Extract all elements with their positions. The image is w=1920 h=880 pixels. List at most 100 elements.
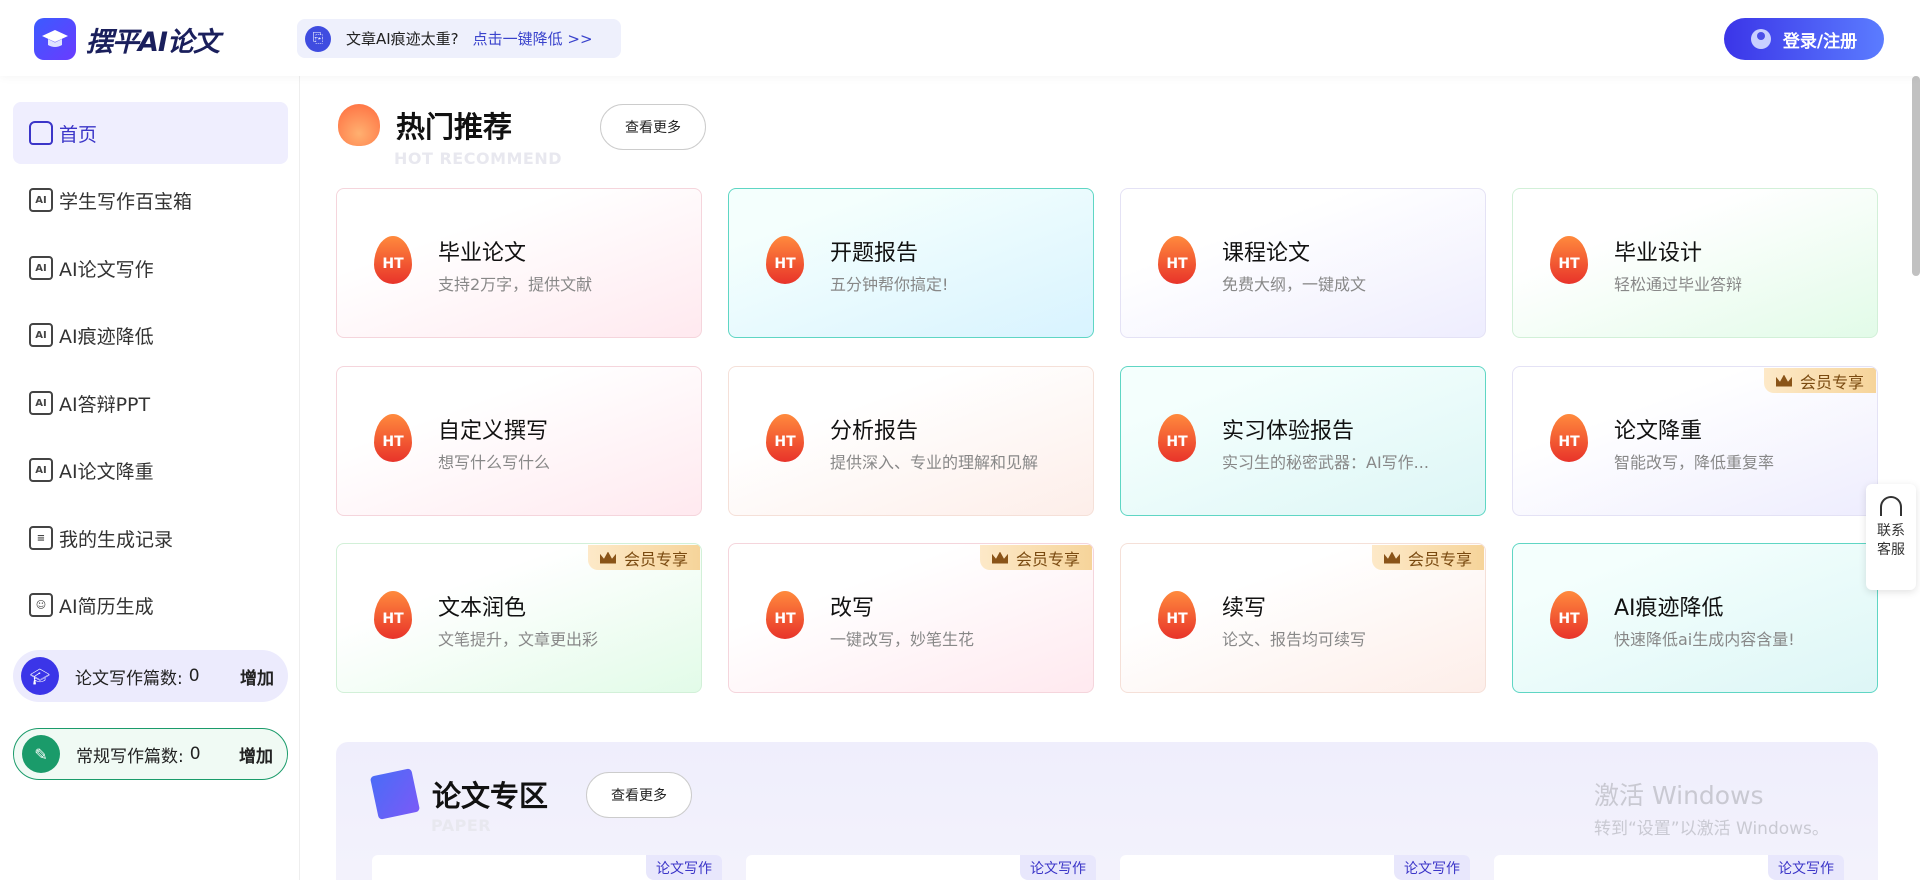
hot-section-title: 热门推荐	[396, 110, 513, 144]
hot-flame-icon: HT	[766, 236, 804, 284]
paper-card[interactable]: 论文写作	[746, 855, 1096, 880]
hot-flame-label: HT	[1558, 256, 1580, 272]
ai-card-icon: AI	[29, 188, 53, 212]
badge-label: 会员专享	[623, 549, 688, 569]
sidebar-item-ai-defense-ppt[interactable]: AI AI答辩PPT	[13, 372, 288, 434]
login-register-label: 登录/注册	[1782, 31, 1858, 52]
hot-flame-label: HT	[1558, 434, 1580, 450]
hot-flame-label: HT	[382, 611, 404, 627]
general-writing-quota: ✎ 常规写作篇数: 0 增加	[13, 728, 288, 780]
watermark-line2: 转到“设置”以激活 Windows。	[1594, 819, 1829, 839]
recommend-card[interactable]: HT 毕业论文 支持2万字，提供文献	[336, 188, 702, 338]
card-description: 提供深入、专业的理解和见解	[830, 453, 1039, 472]
paper-card[interactable]: 论文写作	[1494, 855, 1844, 880]
promo-link[interactable]: 点击一键降低 >>	[473, 28, 593, 49]
crown-icon	[1383, 551, 1400, 564]
recommend-card[interactable]: HT 续写 论文、报告均可续写 会员专享	[1120, 543, 1486, 693]
hot-section-subtitle: HOT RECOMMEND	[394, 149, 563, 168]
recommend-card[interactable]: HT 实习体验报告 实习生的秘密武器：AI写作...	[1120, 366, 1486, 516]
sidebar-item-label: AI论文写作	[59, 258, 154, 281]
crown-icon	[1775, 374, 1792, 387]
recommend-card[interactable]: HT AI痕迹降低 快速降低ai生成内容含量!	[1512, 543, 1878, 693]
hot-flame-icon: HT	[1158, 414, 1196, 462]
paper-card[interactable]: 论文写作	[1120, 855, 1470, 880]
watermark-line1: 激活 Windows	[1594, 781, 1764, 810]
sidebar-item-home[interactable]: 首页	[13, 102, 288, 164]
recommend-card[interactable]: HT 论文降重 智能改写，降低重复率 会员专享	[1512, 366, 1878, 516]
card-title: 改写	[830, 596, 875, 621]
card-description: 想写什么写什么	[438, 453, 551, 472]
sidebar-item-ai-trace-reduction[interactable]: AI AI痕迹降低	[13, 304, 288, 366]
paper-section-header: 论文专区	[369, 768, 549, 820]
hot-flame-label: HT	[1166, 611, 1188, 627]
crown-icon	[599, 551, 616, 564]
login-register-button[interactable]: 登录/注册	[1724, 18, 1884, 60]
hot-flame-icon: HT	[374, 236, 412, 284]
hot-flame-icon: HT	[766, 414, 804, 462]
recommend-card[interactable]: HT 课程论文 免费大纲，一键成文	[1120, 188, 1486, 338]
customer-service-label: 联系客服	[1877, 523, 1905, 558]
sidebar-item-ai-resume[interactable]: ☺ AI简历生成	[13, 574, 288, 636]
quota-value: 0	[189, 744, 201, 764]
promo-text: 文章AI痕迹太重?	[346, 30, 459, 48]
recommend-card[interactable]: HT 自定义撰写想写什么写什么	[336, 366, 702, 516]
add-general-quota-button[interactable]: 增加	[239, 742, 273, 767]
ai-doc-icon: AI	[29, 391, 53, 415]
member-only-badge: 会员专享	[587, 545, 700, 570]
quota-label: 论文写作篇数:	[75, 668, 183, 689]
sidebar-item-ai-plagiarism-reduction[interactable]: AI AI论文降重	[13, 439, 288, 501]
record-icon: ≡	[29, 526, 53, 550]
quota-value: 0	[188, 666, 200, 686]
sidebar-item-generation-history[interactable]: ≡ 我的生成记录	[13, 507, 288, 569]
customer-service-button[interactable]: 联系客服	[1866, 484, 1916, 590]
ai-doc-icon: AI	[29, 323, 53, 347]
sidebar-item-ai-paper-writing[interactable]: AI AI论文写作	[13, 237, 288, 299]
paper-tag: 论文写作	[1020, 855, 1096, 880]
hot-flame-label: HT	[382, 256, 404, 272]
add-paper-quota-button[interactable]: 增加	[240, 664, 274, 689]
hot-flame-icon: HT	[374, 414, 412, 462]
paper-card[interactable]: 论文写作	[372, 855, 722, 880]
recommend-card[interactable]: HT 文本润色 文笔提升，文章更出彩 会员专享	[336, 543, 702, 693]
badge-label: 会员专享	[1407, 549, 1472, 569]
card-description: 支持2万字，提供文献	[438, 275, 593, 294]
hot-view-more-button[interactable]: 查看更多	[600, 104, 706, 150]
sidebar-item-label: 首页	[59, 123, 98, 146]
card-title: 自定义撰写	[438, 419, 549, 444]
resume-icon: ☺	[29, 593, 53, 617]
sidebar-item-label: 学生写作百宝箱	[59, 190, 193, 213]
recommend-card[interactable]: HT 改写 一键改写，妙笔生花 会员专享	[728, 543, 1094, 693]
member-only-badge: 会员专享	[1371, 545, 1484, 570]
recommend-card[interactable]: HT 分析报告 提供深入、专业的理解和见解	[728, 366, 1094, 516]
home-icon	[29, 121, 53, 145]
member-only-badge: 会员专享	[1763, 368, 1876, 393]
graduation-cap-icon: 🎓︎	[21, 657, 59, 695]
recommend-card[interactable]: HT 开题报告 五分钟帮你搞定!	[728, 188, 1094, 338]
card-description: 五分钟帮你搞定!	[830, 275, 949, 294]
paper-tag: 论文写作	[1394, 855, 1470, 880]
card-description: 实习生的秘密武器：AI写作...	[1222, 453, 1429, 472]
windows-activation-watermark: 激活 Windows 转到“设置”以激活 Windows。	[1594, 776, 1829, 839]
hot-flame-icon: HT	[1158, 236, 1196, 284]
paper-section-title: 论文专区	[432, 779, 549, 813]
hot-flame-label: HT	[1166, 256, 1188, 272]
ai-card-icon: AI	[29, 256, 53, 280]
card-title: 课程论文	[1222, 241, 1311, 266]
sidebar-item-label: AI答辩PPT	[59, 393, 151, 416]
headset-icon	[1880, 496, 1902, 516]
paper-tag: 论文写作	[646, 855, 722, 880]
brand-name: 摆平AI论文	[86, 26, 220, 58]
sidebar-item-student-toolbox[interactable]: AI 学生写作百宝箱	[13, 169, 288, 231]
user-avatar-icon	[1750, 29, 1771, 49]
edit-note-icon: ✎	[22, 735, 60, 773]
brand-logo[interactable]: 摆平AI论文	[34, 18, 220, 60]
paper-view-more-button[interactable]: 查看更多	[586, 772, 692, 818]
recommend-card[interactable]: HT 毕业设计 轻松通过毕业答辩	[1512, 188, 1878, 338]
graduation-cap-icon	[34, 18, 76, 60]
sidebar-item-label: AI痕迹降低	[59, 325, 154, 348]
page-scrollbar[interactable]	[1912, 76, 1920, 276]
hot-flame-icon: HT	[1550, 236, 1588, 284]
hot-flame-label: HT	[1166, 434, 1188, 450]
ai-trace-promo-banner[interactable]: ⎘ 文章AI痕迹太重? 点击一键降低 >>	[297, 19, 621, 58]
ai-doc-icon: AI	[29, 458, 53, 482]
